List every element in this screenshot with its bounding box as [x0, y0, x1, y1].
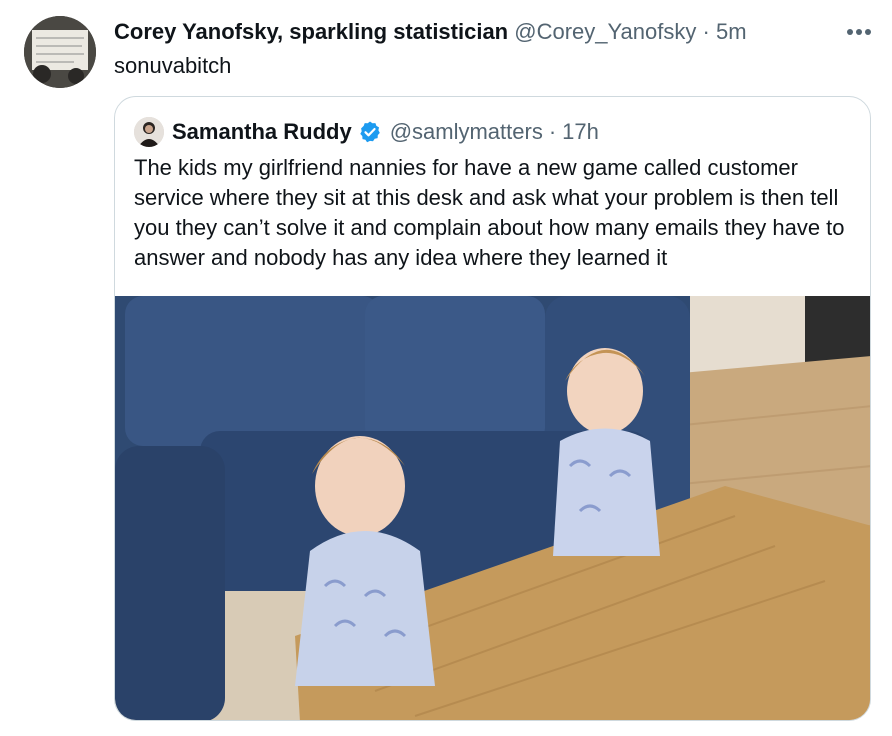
avatar-image — [24, 16, 96, 88]
meta-separator: · — [702, 19, 710, 44]
tweet-timestamp[interactable]: 5m — [716, 19, 747, 44]
quoted-tweet-photo[interactable] — [115, 296, 871, 721]
author-avatar[interactable] — [24, 16, 96, 88]
more-horizontal-icon — [847, 29, 871, 35]
verified-badge-icon — [360, 121, 380, 143]
author-handle[interactable]: @Corey_Yanofsky — [514, 19, 696, 44]
quoted-tweet-text: The kids my girlfriend nannies for have … — [134, 155, 845, 270]
quoted-meta-separator: · — [548, 119, 557, 144]
author-name[interactable]: Corey Yanofsky, sparkling statistician — [114, 19, 508, 44]
quoted-avatar-image — [134, 117, 164, 147]
quoted-author-avatar[interactable] — [134, 117, 164, 147]
tweet-text: sonuvabitch — [114, 53, 232, 78]
quoted-timestamp[interactable]: 17h — [562, 119, 599, 145]
tweet-header: Corey Yanofsky, sparkling statistician @… — [114, 18, 747, 46]
quoted-author-name[interactable]: Samantha Ruddy — [172, 119, 352, 145]
quoted-header: Samantha Ruddy @samlymatters · 17h — [134, 117, 599, 147]
quoted-author-handle[interactable]: @samlymatters — [390, 119, 543, 145]
quoted-tweet-card[interactable]: Samantha Ruddy @samlymatters · 17h The k… — [114, 96, 871, 721]
more-options-button[interactable] — [842, 22, 876, 42]
